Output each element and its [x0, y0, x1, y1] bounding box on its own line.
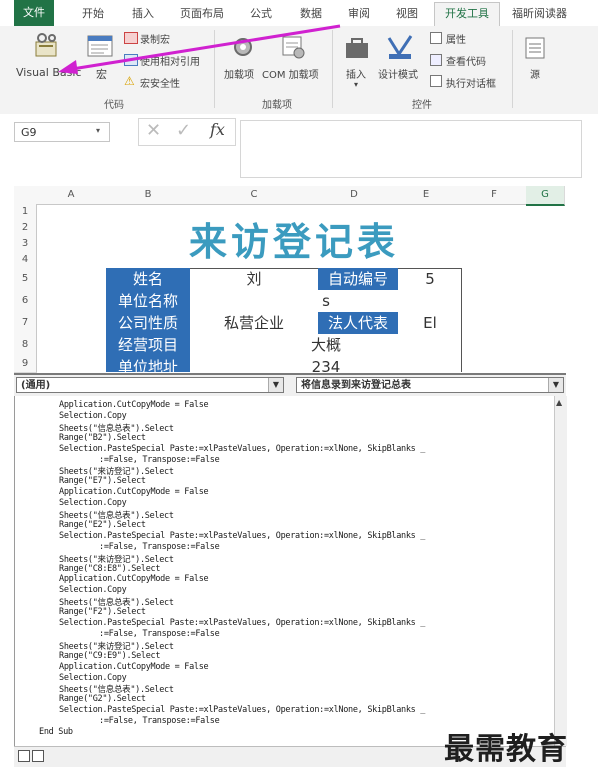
cancel-icon[interactable]: ✕	[146, 120, 161, 141]
cell-label-company-type[interactable]: 公司性质	[106, 312, 190, 334]
code-line[interactable]: Selection.PasteSpecial Paste:=xlPasteVal…	[59, 444, 425, 454]
code-line[interactable]: Selection.PasteSpecial Paste:=xlPasteVal…	[59, 705, 425, 715]
column-header[interactable]: D	[318, 186, 391, 205]
select-all-corner[interactable]	[14, 186, 37, 205]
code-line[interactable]: Application.CutCopyMode = False	[59, 574, 209, 584]
code-line[interactable]: Application.CutCopyMode = False	[59, 487, 209, 497]
code-line[interactable]: Range("E7").Select	[59, 476, 146, 486]
code-line[interactable]: :=False, Transpose:=False	[99, 629, 220, 639]
code-line[interactable]: Range("E2").Select	[59, 520, 146, 530]
row-header[interactable]: 6	[14, 290, 37, 313]
code-line[interactable]: Range("B2").Select	[59, 433, 146, 443]
cell-business-value[interactable]: 大概	[190, 334, 462, 356]
cell-label-auto-number[interactable]: 自动编号	[318, 268, 398, 290]
row-header[interactable]: 3	[14, 236, 37, 253]
code-line[interactable]: Selection.Copy	[59, 498, 127, 508]
column-header[interactable]: F	[462, 186, 527, 205]
vertical-scrollbar[interactable]: ▲	[554, 396, 567, 746]
code-editor[interactable]: Application.CutCopyMode = False Selection…	[14, 396, 555, 746]
name-box-dropdown-icon[interactable]: ▾	[96, 126, 100, 135]
row-header[interactable]: 4	[14, 252, 37, 269]
cell-auto-number-value[interactable]: 5	[398, 268, 462, 290]
scroll-up-icon[interactable]: ▲	[556, 398, 562, 407]
worksheet-grid[interactable]: A B C D E F G 1 2 3 4 5 6 7 8 9 来访登记表 姓名…	[14, 186, 565, 373]
code-line[interactable]: :=False, Transpose:=False	[99, 542, 220, 552]
cell-label-legal-rep[interactable]: 法人代表	[318, 312, 398, 334]
sheet-title: 来访登记表	[188, 220, 399, 264]
dropdown-arrow-icon[interactable]: ▼	[268, 378, 283, 392]
code-line-end-sub[interactable]: End Sub	[39, 727, 73, 737]
watermark: 最需教育	[444, 732, 568, 767]
cell-name-value[interactable]: 刘	[190, 268, 318, 290]
enter-icon[interactable]: ✓	[176, 120, 191, 141]
code-line[interactable]: Selection.Copy	[59, 585, 127, 595]
code-line[interactable]: Selection.PasteSpecial Paste:=xlPasteVal…	[59, 531, 425, 541]
insert-function-icon[interactable]: fx	[210, 120, 225, 139]
code-line[interactable]: Range("C9:E9").Select	[59, 651, 160, 661]
code-line[interactable]: Application.CutCopyMode = False	[59, 400, 209, 410]
full-module-view-icon[interactable]	[32, 750, 44, 762]
column-header[interactable]: B	[106, 186, 191, 205]
cell-company-value[interactable]: s	[190, 290, 462, 312]
row-header[interactable]: 1	[14, 204, 37, 221]
column-header[interactable]: A	[36, 186, 107, 205]
code-line[interactable]: :=False, Transpose:=False	[99, 716, 220, 726]
dropdown-arrow-icon[interactable]: ▼	[548, 378, 563, 392]
code-line[interactable]: Range("C8:E8").Select	[59, 564, 160, 574]
column-header[interactable]: C	[190, 186, 319, 205]
row-header[interactable]: 8	[14, 334, 37, 357]
row-header[interactable]: 7	[14, 312, 37, 335]
procedure-view-icon[interactable]	[18, 750, 30, 762]
procedure-combo-value: 将信息录到来访登记总表	[301, 380, 411, 391]
cell-label-company[interactable]: 单位名称	[106, 290, 190, 312]
object-combo[interactable]: (通用) ▼	[16, 377, 284, 393]
code-line[interactable]: Application.CutCopyMode = False	[59, 662, 209, 672]
cell-label-address[interactable]: 单位地址	[106, 356, 190, 372]
code-line[interactable]: Range("F2").Select	[59, 607, 146, 617]
code-window-header: (通用) ▼ 将信息录到来访登记总表 ▼	[14, 373, 566, 397]
formula-input[interactable]	[240, 120, 582, 178]
column-header[interactable]: E	[390, 186, 463, 205]
code-line[interactable]: Selection.Copy	[59, 673, 127, 683]
code-line[interactable]: :=False, Transpose:=False	[99, 455, 220, 465]
cell-label-name[interactable]: 姓名	[106, 268, 190, 290]
cell-address-value[interactable]: 234	[190, 356, 462, 372]
column-header-selected[interactable]: G	[526, 186, 565, 206]
cell-legal-rep-value[interactable]: El	[398, 312, 462, 334]
row-header[interactable]: 2	[14, 220, 37, 237]
cell-label-business[interactable]: 经营项目	[106, 334, 190, 356]
annotation-arrow	[58, 24, 341, 74]
procedure-combo[interactable]: 将信息录到来访登记总表 ▼	[296, 377, 564, 393]
row-header[interactable]: 9	[14, 356, 37, 373]
row-header[interactable]: 5	[14, 268, 37, 291]
cell-company-type-value[interactable]: 私营企业	[190, 312, 318, 334]
code-line[interactable]: Selection.Copy	[59, 411, 127, 421]
object-combo-value: (通用)	[21, 380, 51, 391]
code-line[interactable]: Selection.PasteSpecial Paste:=xlPasteVal…	[59, 618, 425, 628]
code-line[interactable]: Range("G2").Select	[59, 694, 146, 704]
